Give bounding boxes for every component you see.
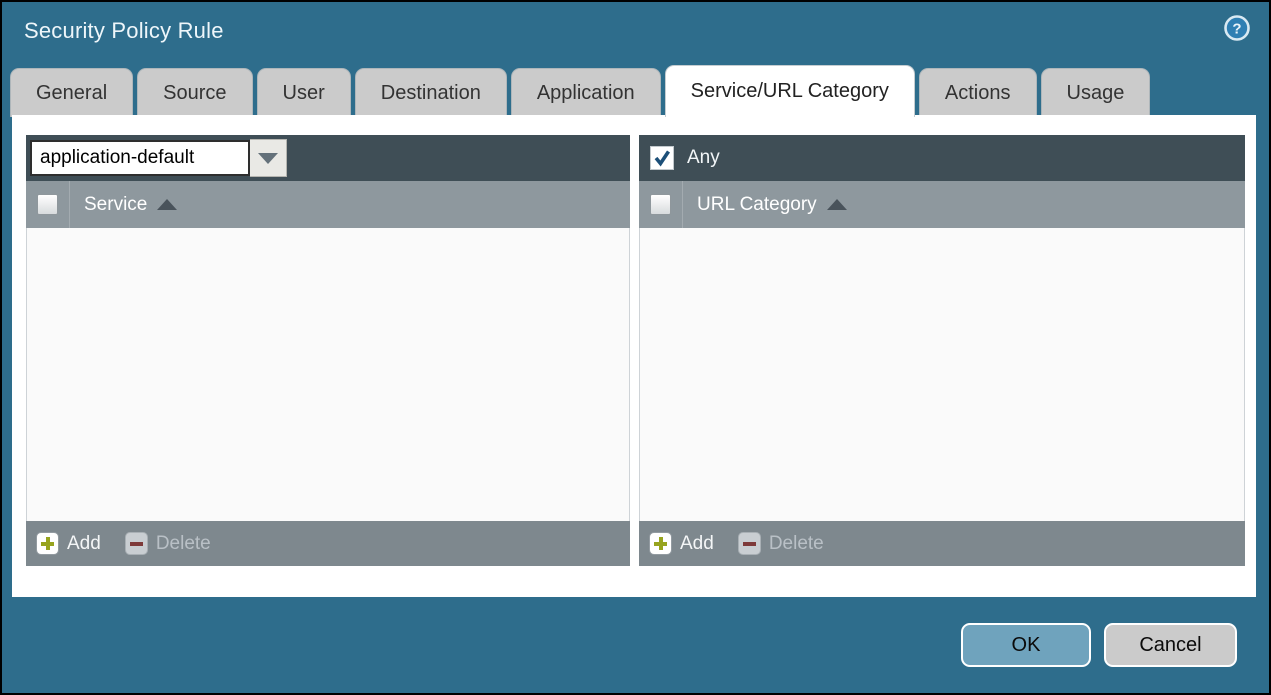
tab-application[interactable]: Application bbox=[510, 68, 661, 117]
svg-text:?: ? bbox=[1232, 21, 1241, 38]
sort-ascending-icon bbox=[826, 199, 847, 210]
service-toolbar bbox=[26, 135, 630, 181]
service-footer: Add Delete bbox=[26, 521, 630, 566]
service-column-label: Service bbox=[84, 193, 148, 215]
url-category-table-body[interactable] bbox=[639, 228, 1245, 521]
tab-content: Service Add Delete bbox=[12, 115, 1256, 597]
any-checkbox[interactable] bbox=[650, 146, 674, 170]
url-category-select-all-checkbox[interactable] bbox=[650, 194, 671, 215]
service-type-combobox bbox=[30, 139, 287, 177]
service-column-header[interactable]: Service bbox=[84, 193, 178, 216]
dialog-title: Security Policy Rule bbox=[24, 18, 224, 43]
service-type-dropdown-button[interactable] bbox=[250, 139, 287, 177]
cancel-button[interactable]: Cancel bbox=[1104, 623, 1237, 667]
service-table-body[interactable] bbox=[26, 228, 630, 521]
url-category-table-header: URL Category bbox=[639, 181, 1245, 228]
url-category-delete-button[interactable]: Delete bbox=[737, 532, 824, 555]
add-button-label: Add bbox=[680, 532, 714, 554]
delete-icon bbox=[124, 532, 148, 555]
sort-ascending-icon bbox=[157, 199, 178, 210]
check-icon bbox=[654, 150, 670, 167]
service-select-all-cell bbox=[26, 181, 70, 228]
tab-destination[interactable]: Destination bbox=[354, 68, 507, 117]
service-select-all-checkbox[interactable] bbox=[37, 194, 58, 215]
tab-service-url-category[interactable]: Service/URL Category bbox=[664, 65, 915, 117]
tab-user[interactable]: User bbox=[256, 68, 351, 117]
service-add-button[interactable]: Add bbox=[36, 532, 101, 555]
help-icon[interactable]: ? bbox=[1223, 14, 1251, 42]
delete-button-label: Delete bbox=[155, 532, 211, 554]
url-category-column-label: URL Category bbox=[697, 193, 817, 215]
tab-actions[interactable]: Actions bbox=[918, 68, 1037, 117]
url-category-add-button[interactable]: Add bbox=[649, 532, 714, 555]
url-category-footer: Add Delete bbox=[639, 521, 1245, 566]
any-row: Any bbox=[643, 146, 720, 170]
delete-icon bbox=[737, 532, 761, 555]
chevron-down-icon bbox=[258, 152, 278, 164]
security-policy-rule-dialog: Security Policy Rule ? General Source Us… bbox=[2, 2, 1269, 693]
add-icon bbox=[649, 532, 672, 555]
dialog-actions: OK Cancel bbox=[961, 623, 1237, 667]
service-type-input[interactable] bbox=[30, 140, 250, 176]
ok-button[interactable]: OK bbox=[961, 623, 1091, 667]
delete-button-label: Delete bbox=[768, 532, 824, 554]
url-category-panel: Any URL Category Add Delete bbox=[639, 135, 1245, 566]
add-button-label: Add bbox=[67, 532, 101, 554]
tab-strip: General Source User Destination Applicat… bbox=[10, 65, 1261, 117]
service-delete-button[interactable]: Delete bbox=[124, 532, 211, 555]
service-panel: Service Add Delete bbox=[26, 135, 630, 566]
tab-usage[interactable]: Usage bbox=[1040, 68, 1151, 117]
url-category-column-header[interactable]: URL Category bbox=[697, 194, 847, 216]
service-table-header: Service bbox=[26, 181, 630, 228]
tab-source[interactable]: Source bbox=[137, 68, 253, 117]
any-label: Any bbox=[687, 147, 720, 168]
url-category-select-all-cell bbox=[639, 181, 683, 228]
add-icon bbox=[36, 532, 59, 555]
url-category-toolbar: Any bbox=[639, 135, 1245, 181]
titlebar: Security Policy Rule ? bbox=[2, 2, 1269, 66]
tab-general[interactable]: General bbox=[10, 68, 134, 117]
